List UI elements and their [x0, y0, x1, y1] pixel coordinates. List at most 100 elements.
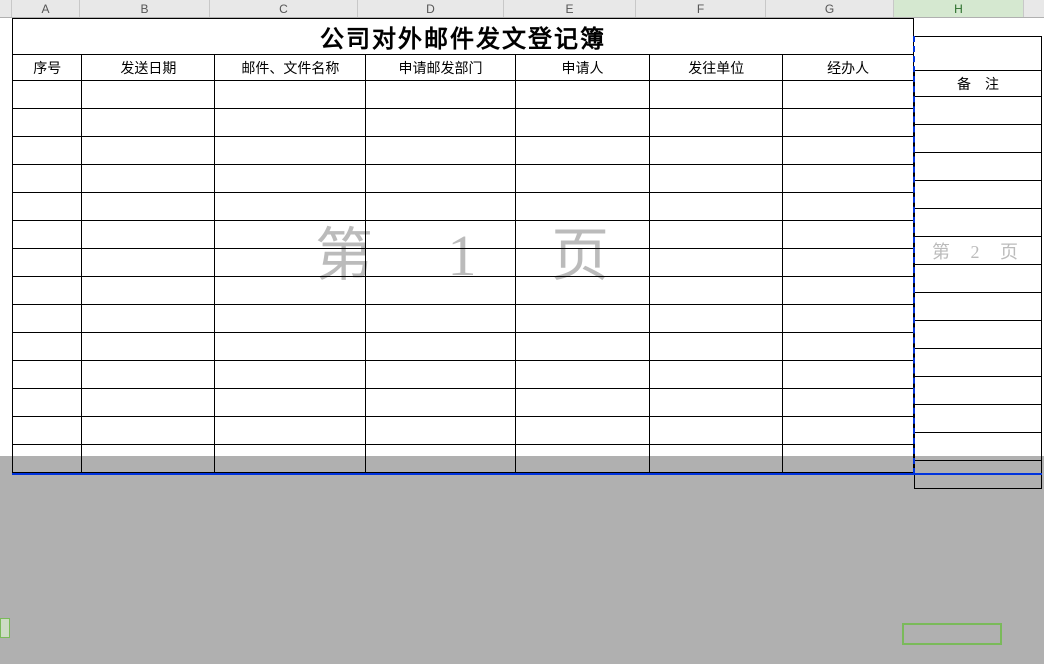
- cell[interactable]: [650, 221, 783, 249]
- cell[interactable]: [366, 193, 515, 221]
- table-row[interactable]: [915, 405, 1042, 433]
- cell[interactable]: [515, 165, 650, 193]
- cell[interactable]: [783, 137, 914, 165]
- cell[interactable]: [82, 81, 215, 109]
- cell[interactable]: [215, 81, 366, 109]
- cell[interactable]: [650, 81, 783, 109]
- cell[interactable]: [515, 389, 650, 417]
- cell[interactable]: [366, 109, 515, 137]
- column-header-E[interactable]: E: [504, 0, 636, 17]
- table-row[interactable]: [915, 153, 1042, 181]
- table-row[interactable]: [13, 249, 914, 277]
- cell[interactable]: [82, 221, 215, 249]
- column-header-C[interactable]: C: [210, 0, 358, 17]
- table-row[interactable]: [915, 237, 1042, 265]
- cell[interactable]: [215, 249, 366, 277]
- table-row[interactable]: [13, 333, 914, 361]
- table-row[interactable]: [13, 417, 914, 445]
- cell[interactable]: [366, 389, 515, 417]
- cell[interactable]: [915, 125, 1042, 153]
- cell[interactable]: [366, 305, 515, 333]
- extra-column-h[interactable]: 备 注: [914, 36, 1042, 489]
- cell[interactable]: [915, 97, 1042, 125]
- table-row[interactable]: [13, 305, 914, 333]
- cell[interactable]: [515, 137, 650, 165]
- cell[interactable]: [783, 389, 914, 417]
- column-header-A[interactable]: A: [12, 0, 80, 17]
- cell[interactable]: [13, 109, 82, 137]
- column-header-G[interactable]: G: [766, 0, 894, 17]
- cell[interactable]: [515, 193, 650, 221]
- table-row[interactable]: [13, 277, 914, 305]
- cell[interactable]: [650, 445, 783, 473]
- header-cell-5[interactable]: 发往单位: [650, 55, 783, 81]
- cell[interactable]: [783, 277, 914, 305]
- table-row[interactable]: [13, 137, 914, 165]
- cell[interactable]: [366, 333, 515, 361]
- cell[interactable]: [13, 305, 82, 333]
- cell[interactable]: [13, 193, 82, 221]
- table-row[interactable]: [13, 445, 914, 473]
- cell[interactable]: [515, 445, 650, 473]
- cell[interactable]: [82, 165, 215, 193]
- cell[interactable]: [82, 305, 215, 333]
- cell[interactable]: [13, 361, 82, 389]
- table-row[interactable]: [915, 377, 1042, 405]
- cell[interactable]: [82, 109, 215, 137]
- cell[interactable]: [366, 81, 515, 109]
- cell[interactable]: [215, 333, 366, 361]
- cell[interactable]: [215, 417, 366, 445]
- cell[interactable]: [215, 221, 366, 249]
- cell[interactable]: [366, 417, 515, 445]
- cell[interactable]: [783, 109, 914, 137]
- cell[interactable]: [515, 417, 650, 445]
- cell[interactable]: [783, 333, 914, 361]
- cell[interactable]: [650, 417, 783, 445]
- cell[interactable]: [650, 109, 783, 137]
- cell[interactable]: [650, 165, 783, 193]
- table-row[interactable]: [13, 109, 914, 137]
- cell[interactable]: [915, 265, 1042, 293]
- cell[interactable]: [82, 249, 215, 277]
- table-row[interactable]: [915, 97, 1042, 125]
- cell[interactable]: [650, 249, 783, 277]
- cell[interactable]: [366, 277, 515, 305]
- cell[interactable]: [13, 137, 82, 165]
- header-cell-2[interactable]: 邮件、文件名称: [215, 55, 366, 81]
- cell[interactable]: [215, 305, 366, 333]
- table-row[interactable]: [13, 165, 914, 193]
- cell[interactable]: [783, 249, 914, 277]
- cell[interactable]: [515, 221, 650, 249]
- active-cell-selection[interactable]: [902, 623, 1002, 645]
- cell[interactable]: [650, 305, 783, 333]
- cell[interactable]: [13, 249, 82, 277]
- header-cell-3[interactable]: 申请邮发部门: [366, 55, 515, 81]
- table-row[interactable]: [915, 265, 1042, 293]
- cell[interactable]: [82, 193, 215, 221]
- cell[interactable]: [13, 81, 82, 109]
- cell[interactable]: [366, 361, 515, 389]
- cell[interactable]: [13, 333, 82, 361]
- cell[interactable]: [915, 433, 1042, 461]
- cell[interactable]: [82, 137, 215, 165]
- cell[interactable]: [650, 333, 783, 361]
- table-row[interactable]: [13, 81, 914, 109]
- header-cell-4[interactable]: 申请人: [515, 55, 650, 81]
- cell[interactable]: [915, 349, 1042, 377]
- cell[interactable]: [783, 305, 914, 333]
- header-cell-6[interactable]: 经办人: [783, 55, 914, 81]
- cell[interactable]: [215, 137, 366, 165]
- table-row[interactable]: [915, 321, 1042, 349]
- cell[interactable]: [82, 389, 215, 417]
- cell[interactable]: [13, 277, 82, 305]
- cell[interactable]: [915, 209, 1042, 237]
- table-row[interactable]: [915, 349, 1042, 377]
- cell[interactable]: [82, 333, 215, 361]
- cell[interactable]: [915, 293, 1042, 321]
- table-row[interactable]: [13, 221, 914, 249]
- cell[interactable]: [215, 389, 366, 417]
- cell[interactable]: [515, 333, 650, 361]
- cell[interactable]: [650, 277, 783, 305]
- cell[interactable]: [366, 249, 515, 277]
- cell[interactable]: [783, 81, 914, 109]
